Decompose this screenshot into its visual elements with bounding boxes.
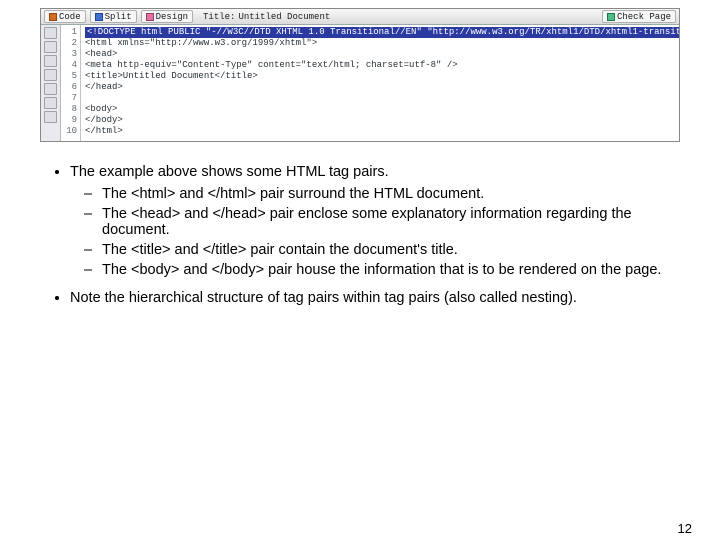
code-line: <title>Untitled Document</title> (85, 71, 258, 81)
bullet-sub-1: The <html> and </html> pair surround the… (102, 186, 672, 202)
bullet-sub-4: The <body> and </body> pair house the in… (102, 262, 672, 278)
tool-strip (41, 25, 61, 141)
bullet-main-1: The example above shows some HTML tag pa… (70, 164, 672, 278)
tab-code-label: Code (59, 12, 81, 22)
tab-code[interactable]: Code (44, 10, 86, 23)
code-line: <head> (85, 49, 117, 59)
tab-design[interactable]: Design (141, 10, 193, 23)
bullet-sub-3: The <title> and </title> pair contain th… (102, 242, 672, 258)
tool-icon[interactable] (44, 97, 57, 109)
tool-icon[interactable] (44, 69, 57, 81)
code-line: </html> (85, 126, 123, 136)
code-line: <body> (85, 104, 117, 114)
view-tabs: Code Split Design Title: Untitled Docume… (41, 9, 679, 25)
line-number: 2 (61, 38, 77, 49)
code-area[interactable]: <!DOCTYPE html PUBLIC "-//W3C//DTD XHTML… (81, 25, 679, 141)
tool-icon[interactable] (44, 55, 57, 67)
tool-icon[interactable] (44, 27, 57, 39)
line-number: 6 (61, 82, 77, 93)
line-number: 4 (61, 60, 77, 71)
tool-icon[interactable] (44, 41, 57, 53)
tool-icon[interactable] (44, 111, 57, 123)
tab-split-label: Split (105, 12, 132, 22)
code-line: <meta http-equiv="Content-Type" content=… (85, 60, 458, 70)
tab-design-label: Design (156, 12, 188, 22)
bullet-sub-2: The <head> and </head> pair enclose some… (102, 206, 672, 238)
bullet-text: The example above shows some HTML tag pa… (70, 164, 389, 180)
check-page-label: Check Page (617, 12, 671, 22)
line-number: 8 (61, 104, 77, 115)
code-line: <html xmlns="http://www.w3.org/1999/xhtm… (85, 38, 317, 48)
line-number: 9 (61, 115, 77, 126)
tool-icon[interactable] (44, 83, 57, 95)
line-number: 1 (61, 27, 77, 38)
slide-text: The example above shows some HTML tag pa… (0, 164, 720, 306)
code-editor-screenshot: Code Split Design Title: Untitled Docume… (40, 8, 680, 142)
line-number: 5 (61, 71, 77, 82)
code-line: </body> (85, 115, 123, 125)
line-number-gutter: 1 2 3 4 5 6 7 8 9 10 (61, 25, 81, 141)
document-title: Title: Untitled Document (203, 12, 330, 22)
title-label: Title: (203, 12, 235, 22)
code-line: <!DOCTYPE html PUBLIC "-//W3C//DTD XHTML… (85, 27, 679, 38)
tab-split[interactable]: Split (90, 10, 137, 23)
page-number: 12 (678, 521, 692, 536)
code-line: </head> (85, 82, 123, 92)
bullet-main-2: Note the hierarchical structure of tag p… (70, 290, 672, 306)
line-number: 3 (61, 49, 77, 60)
check-page-button[interactable]: Check Page (602, 10, 676, 23)
line-number: 7 (61, 93, 77, 104)
title-value: Untitled Document (238, 12, 330, 22)
line-number: 10 (61, 126, 77, 137)
